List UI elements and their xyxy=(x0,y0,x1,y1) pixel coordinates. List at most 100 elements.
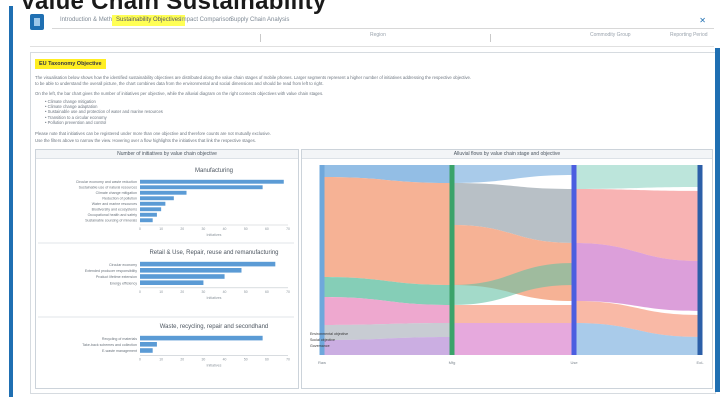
tab-strip: Introduction & Methods Sustainability Ob… xyxy=(52,14,714,29)
stage-bar xyxy=(571,165,577,355)
stage-bar xyxy=(697,165,703,355)
filter-divider xyxy=(490,34,491,42)
x-tick-label: 30 xyxy=(202,227,206,231)
x-tick-label: 0 xyxy=(139,290,141,294)
section-title: Waste, recycling, repair and secondhand xyxy=(160,324,269,330)
bar-category-label: Biodiversity and ecosystems xyxy=(92,208,138,212)
filter-period[interactable]: Reporting Period xyxy=(670,32,708,38)
bar xyxy=(140,207,162,212)
x-tick-label: 0 xyxy=(139,358,141,362)
bar-category-label: Reduction of pollution xyxy=(102,197,137,201)
tab-supply-chain[interactable]: Supply Chain Analysis xyxy=(226,15,293,26)
alluvial-chart-panel: Alluvial flows by value chain stage and … xyxy=(301,149,713,389)
bar xyxy=(140,201,166,206)
filter-divider xyxy=(260,34,261,42)
filter-commodity[interactable]: Commodity Group xyxy=(590,32,631,38)
section-title: Retail & Use, Repair, reuse and remanufa… xyxy=(149,250,278,256)
x-tick-label: 40 xyxy=(223,290,227,294)
report-content: EU Taxonomy Objective The visualisation … xyxy=(30,52,716,394)
bar-panel-title: Number of initiatives by value chain obj… xyxy=(36,150,298,159)
bar xyxy=(140,218,153,223)
filter-region[interactable]: Region xyxy=(370,32,386,38)
x-tick-label: 30 xyxy=(202,290,206,294)
bar-category-label: Climate change mitigation xyxy=(96,191,137,195)
app-window: Value Chain Sustainability Introduction … xyxy=(0,0,722,397)
alluvial-chart: Raw Mfg Use EoL Environmental objective Socia… xyxy=(310,165,704,365)
x-tick-label: 10 xyxy=(159,358,163,362)
alluvial-panel-title: Alluvial flows by value chain stage and … xyxy=(302,150,712,159)
stage-label: EoL xyxy=(696,360,704,365)
intro-paragraph: to be able to understand the overall pic… xyxy=(35,81,324,86)
x-tick-label: 20 xyxy=(180,358,184,362)
stage-label: Use xyxy=(570,360,578,365)
x-tick-label: 60 xyxy=(265,227,269,231)
bar xyxy=(140,268,242,273)
objective-list: • Climate change mitigation • Climate ch… xyxy=(45,99,163,125)
close-icon[interactable]: ✕ xyxy=(699,16,706,25)
tab-sustainability-objectives[interactable]: Sustainability Objectives xyxy=(112,15,186,26)
bar xyxy=(140,261,276,267)
flow-band xyxy=(322,177,452,285)
bar-category-label: Circular economy xyxy=(109,263,137,267)
bar xyxy=(140,212,157,217)
bar-category-label: Product lifetime extension xyxy=(96,275,137,279)
x-tick-label: 60 xyxy=(265,290,269,294)
left-accent-bar xyxy=(9,6,13,397)
app-logo-icon xyxy=(30,14,44,30)
bar-category-label: Sustainable sourcing of minerals xyxy=(85,219,137,223)
x-tick-label: 40 xyxy=(223,227,227,231)
stage-label: Mfg xyxy=(449,360,456,365)
x-tick-label: 70 xyxy=(286,227,290,231)
x-tick-label: 10 xyxy=(159,227,163,231)
bar xyxy=(140,335,263,341)
bar xyxy=(140,196,174,201)
bar xyxy=(140,348,153,353)
bar-chart: Manufacturing Circular economy and waste … xyxy=(38,168,294,368)
x-tick-label: 20 xyxy=(180,290,184,294)
filter-bar: Region Commodity Group Reporting Period xyxy=(30,30,714,47)
x-axis-label: Initiatives xyxy=(207,364,222,368)
bar-chart-panel: Number of initiatives by value chain obj… xyxy=(35,149,299,389)
bar xyxy=(140,190,187,195)
bar xyxy=(140,280,204,285)
stage-bar xyxy=(319,165,325,355)
x-tick-label: 50 xyxy=(244,358,248,362)
x-tick-label: 50 xyxy=(244,290,248,294)
bar-category-label: E-waste management xyxy=(102,349,137,353)
flow-band xyxy=(452,165,574,183)
note-paragraph: Use the filters above to narrow the view… xyxy=(35,138,256,143)
x-axis-label: Initiatives xyxy=(207,296,222,300)
stage-label: Raw xyxy=(318,360,326,365)
legend-label: Environmental objective xyxy=(310,332,348,336)
bar-category-label: Occupational health and safety xyxy=(88,213,138,217)
bar-category-label: Extended producer responsibility xyxy=(85,269,137,273)
legend-label: Governance xyxy=(310,344,330,348)
x-tick-label: 10 xyxy=(159,290,163,294)
x-axis-label: Initiatives xyxy=(207,233,222,237)
bar-category-label: Sustainable use of natural resources xyxy=(79,186,138,190)
x-tick-label: 50 xyxy=(244,227,248,231)
bar xyxy=(140,274,225,279)
x-tick-label: 0 xyxy=(139,227,141,231)
bar-category-label: Recycling of materials xyxy=(102,337,137,341)
list-item: • Pollution prevention and control xyxy=(45,119,107,125)
section-title: Manufacturing xyxy=(195,168,233,174)
bar xyxy=(140,342,157,347)
note-paragraph: Please note that initiatives can be regi… xyxy=(35,131,271,136)
legend-label: Social objective xyxy=(310,338,335,342)
flow-band xyxy=(452,305,574,323)
flow-band xyxy=(574,165,700,189)
x-tick-label: 40 xyxy=(223,358,227,362)
flow-band xyxy=(452,323,574,355)
bar-category-label: Take-back schemes and collection xyxy=(82,343,137,347)
x-tick-label: 30 xyxy=(202,358,206,362)
bar xyxy=(140,179,284,184)
objective-heading: EU Taxonomy Objective xyxy=(35,59,106,69)
bar xyxy=(140,185,263,190)
x-tick-label: 60 xyxy=(265,358,269,362)
bar-category-label: Water and marine resources xyxy=(92,202,137,206)
intro-paragraph: The visualisation below shows how the id… xyxy=(35,75,472,80)
x-tick-label: 70 xyxy=(286,358,290,362)
stage-bar xyxy=(449,165,455,355)
intro-paragraph: On the left, the bar chart gives the num… xyxy=(35,91,324,96)
